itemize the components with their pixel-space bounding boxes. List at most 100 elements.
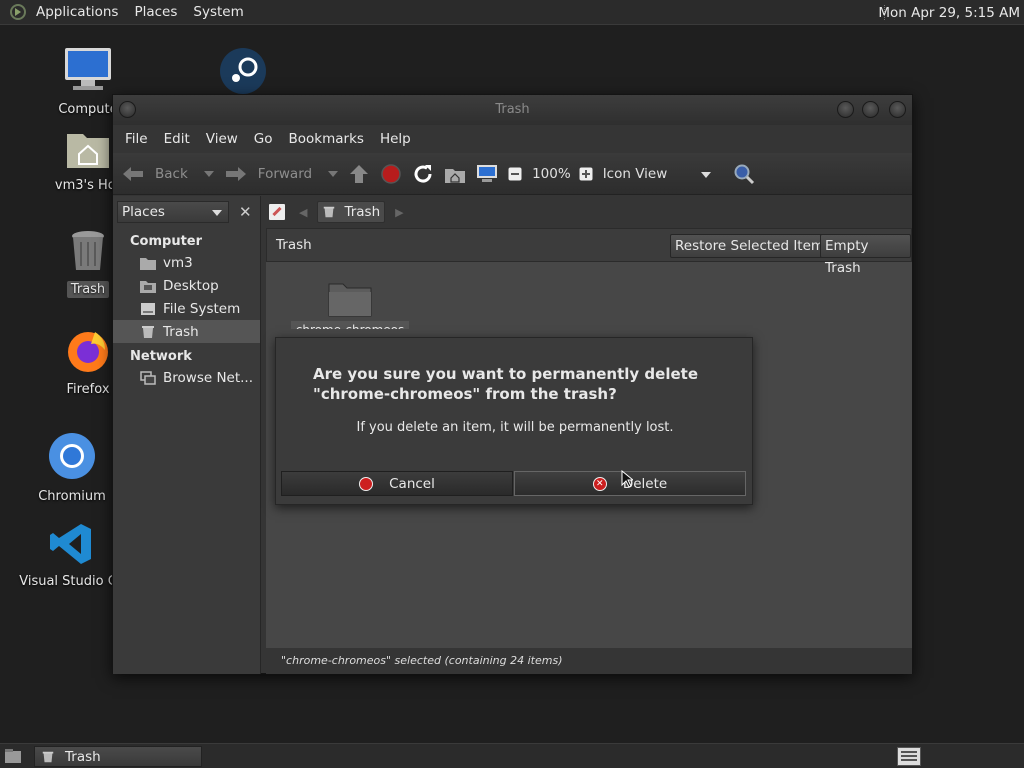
places-menu[interactable]: Places — [126, 0, 185, 25]
chevron-down-icon — [700, 171, 711, 178]
show-desktop-icon[interactable] — [4, 748, 22, 764]
sidebar-section-network: Network — [130, 349, 192, 364]
bottom-panel: Trash — [0, 743, 1024, 768]
statusbar: "chrome-chromeos" selected (containing 2… — [266, 648, 912, 674]
sidebar-item-browse-network[interactable]: Browse Net... — [113, 366, 260, 389]
zoom-level: 100% — [532, 165, 571, 182]
delete-icon: ✕ — [592, 476, 607, 491]
back-history-dropdown[interactable] — [203, 170, 214, 177]
computer-button[interactable] — [476, 164, 498, 184]
trash-icon — [72, 231, 104, 270]
steam-icon[interactable] — [218, 48, 268, 94]
menu-file[interactable]: File — [117, 131, 156, 147]
file-item[interactable]: chrome-chromeos — [290, 278, 410, 333]
file-item-label: chrome-chromeos — [290, 321, 410, 329]
desktop-icon-chromium[interactable]: Chromium — [17, 431, 127, 504]
taskbar-item-trash[interactable]: Trash — [34, 746, 202, 767]
sidebar: Places ✕ Computer vm3 Desktop File Syste… — [113, 196, 261, 674]
applications-menu[interactable]: Applications — [28, 0, 126, 25]
search-icon — [734, 164, 754, 184]
minimize-button[interactable] — [837, 101, 854, 118]
sidebar-item-trash[interactable]: Trash — [113, 320, 260, 343]
taskbar-item-label: Trash — [65, 748, 101, 765]
menu-bookmarks[interactable]: Bookmarks — [281, 131, 372, 147]
system-menu[interactable]: System — [185, 0, 251, 25]
desktop-icon-label: Chromium — [38, 489, 106, 504]
restore-selected-button[interactable]: Restore Selected Items — [670, 234, 837, 258]
stop-button[interactable] — [380, 163, 402, 185]
vscode-icon — [50, 524, 91, 564]
up-arrow-icon — [350, 164, 369, 183]
drive-icon — [141, 302, 155, 315]
forward-arrow-icon — [225, 166, 246, 181]
computer-icon — [65, 48, 111, 90]
sidebar-item-label: Desktop — [163, 277, 219, 294]
view-mode-label: Icon View — [602, 165, 668, 182]
desktop-icon-label: Visual Studio Co — [19, 574, 125, 589]
window-menu-button[interactable] — [119, 101, 136, 118]
maximize-button[interactable] — [862, 101, 879, 118]
menu-help[interactable]: Help — [372, 131, 419, 147]
firefox-icon — [68, 332, 108, 372]
infobar-title: Trash — [276, 237, 312, 253]
forward-label: Forward — [257, 165, 313, 182]
forward-button[interactable]: Forward — [224, 165, 312, 183]
network-icon — [140, 370, 156, 385]
back-label: Back — [155, 165, 188, 182]
sidebar-item-desktop[interactable]: Desktop — [113, 274, 260, 297]
path-right-arrow-icon[interactable]: ▶ — [395, 206, 403, 219]
window-title: Trash — [495, 102, 530, 117]
cancel-label: Cancel — [389, 475, 435, 492]
back-button[interactable]: Back — [121, 165, 188, 183]
folder-icon — [328, 283, 372, 317]
window-titlebar[interactable]: Trash — [113, 95, 912, 125]
mint-logo-icon[interactable] — [10, 4, 26, 20]
zoom-in-button[interactable] — [579, 167, 593, 181]
home-button[interactable] — [444, 164, 466, 184]
back-arrow-icon — [123, 166, 143, 181]
close-sidebar-icon[interactable]: ✕ — [239, 203, 252, 221]
forward-history-dropdown[interactable] — [328, 170, 339, 177]
up-button[interactable] — [348, 164, 370, 184]
sidebar-item-vm3[interactable]: vm3 — [113, 251, 260, 274]
zoom-out-button[interactable] — [508, 167, 522, 181]
empty-trash-button[interactable]: Empty Trash — [820, 234, 911, 276]
path-left-arrow-icon[interactable]: ◀ — [299, 206, 307, 219]
desktop-icon-vscode[interactable]: Visual Studio Co — [17, 522, 127, 589]
edit-location-icon[interactable] — [269, 204, 285, 220]
home-folder-icon — [67, 134, 109, 168]
menu-go[interactable]: Go — [246, 131, 281, 147]
dialog-detail: If you delete an item, it will be perman… — [356, 420, 674, 435]
stop-icon — [381, 163, 401, 184]
sidebar-item-label: vm3 — [163, 254, 193, 271]
path-button-trash[interactable]: Trash — [317, 201, 386, 223]
zoom-in-icon — [579, 167, 593, 180]
mouse-cursor-icon — [621, 470, 633, 488]
sidebar-item-label: File System — [163, 300, 241, 317]
home-icon — [445, 168, 466, 183]
pathbar: ◀ Trash ▶ — [266, 196, 912, 228]
clock[interactable]: Mon Apr 29, 5:15 AM — [878, 0, 1020, 25]
delete-confirm-dialog: Are you sure you want to permanently del… — [275, 337, 753, 505]
menu-edit[interactable]: Edit — [156, 131, 198, 147]
reload-icon — [414, 164, 432, 183]
search-button[interactable] — [733, 163, 755, 185]
sidebar-type-select[interactable]: Places — [117, 201, 229, 223]
menu-view[interactable]: View — [198, 131, 246, 147]
view-mode-select[interactable]: Icon View — [603, 166, 711, 182]
workspace-switcher-icon[interactable] — [897, 747, 921, 766]
dialog-question: Are you sure you want to permanently del… — [313, 365, 698, 403]
sidebar-item-filesystem[interactable]: File System — [113, 297, 260, 320]
trash-infobar: Trash Restore Selected Items Empty Trash — [266, 228, 912, 276]
reload-button[interactable] — [412, 163, 434, 185]
close-button[interactable] — [889, 101, 906, 118]
sidebar-type-label: Places — [122, 204, 165, 220]
zoom-out-icon — [508, 167, 522, 180]
sidebar-item-label: Browse Net... — [163, 369, 254, 386]
home-folder-icon — [140, 257, 156, 270]
toolbar: Back Forward 100% Icon View — [113, 153, 912, 195]
path-button-label: Trash — [344, 204, 381, 220]
cancel-button[interactable]: Cancel — [281, 471, 513, 496]
chromium-icon — [49, 433, 95, 479]
menubar: File Edit View Go Bookmarks Help — [113, 125, 912, 153]
